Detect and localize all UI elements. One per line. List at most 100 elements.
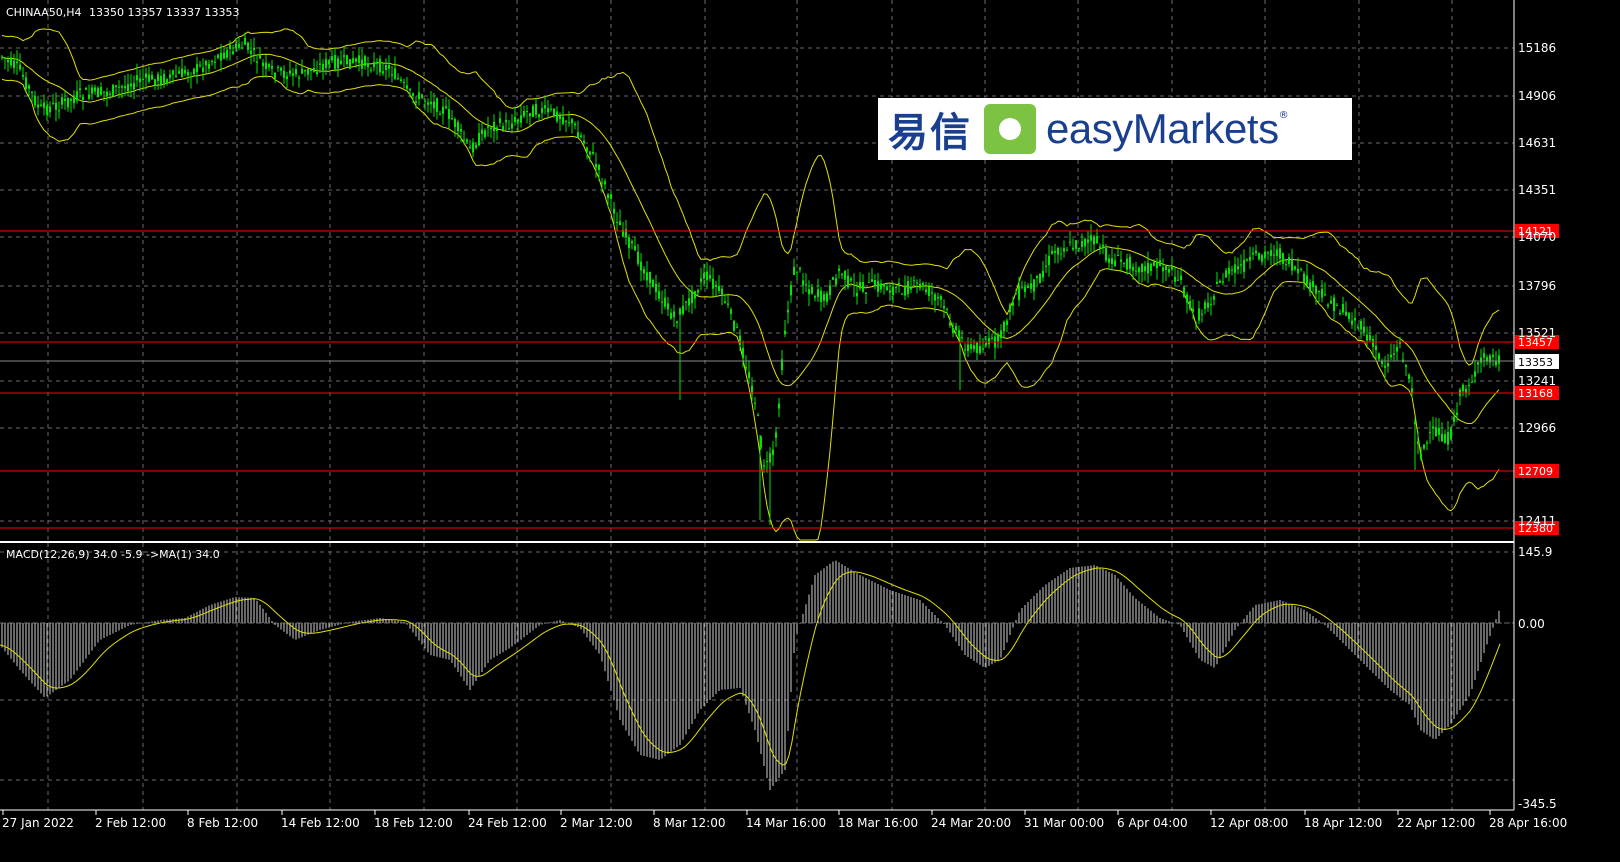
candle-body	[934, 294, 936, 301]
candle-body	[754, 402, 756, 404]
candle-body	[388, 64, 390, 69]
candle-body	[244, 38, 246, 45]
candle-body	[547, 108, 549, 113]
candle-body	[106, 91, 108, 96]
macd-histogram	[1, 560, 1500, 790]
candle-body	[952, 328, 954, 333]
candle-body	[217, 54, 219, 58]
candle-body	[1357, 327, 1359, 329]
candle-body	[973, 345, 975, 350]
candle-body	[931, 292, 933, 294]
candle-body	[979, 345, 981, 354]
candle-body	[709, 274, 711, 279]
candle-body	[406, 85, 408, 89]
candle-body	[748, 372, 750, 379]
candle-body	[289, 70, 291, 74]
candle-body	[259, 54, 261, 59]
candle-body	[58, 110, 60, 112]
candle-body	[1168, 269, 1170, 273]
logo-english-text: easyMarkets	[1046, 105, 1279, 152]
candle-body	[604, 181, 606, 185]
candle-body	[10, 57, 12, 66]
candle-body	[799, 267, 801, 270]
candle-body	[1096, 236, 1098, 244]
candle-body	[343, 55, 345, 57]
candle-body	[319, 63, 321, 65]
price-tick: 14906	[1518, 89, 1556, 103]
candle-body	[439, 114, 441, 116]
candle-body	[868, 281, 870, 283]
candle-body	[1360, 321, 1362, 330]
candle-body	[1441, 433, 1443, 442]
candle-body	[328, 60, 330, 65]
candle-body	[1324, 294, 1326, 296]
candle-body	[118, 86, 120, 88]
candle-body	[634, 245, 636, 251]
candle-body	[802, 280, 804, 286]
candle-body	[1066, 250, 1068, 252]
candle-body	[199, 64, 201, 66]
candle-body	[871, 279, 873, 282]
candle-body	[1348, 312, 1350, 320]
price-tick: 14070	[1518, 230, 1556, 244]
candle-body	[1207, 302, 1209, 308]
candle-body	[226, 50, 228, 58]
candle-body	[256, 61, 258, 63]
candle-body	[997, 334, 999, 342]
candle-body	[277, 66, 279, 68]
candle-body	[838, 268, 840, 271]
symbol-label: CHINAA50,H4	[6, 6, 82, 19]
candle-body	[826, 293, 828, 302]
candle-body	[163, 73, 165, 84]
candle-body	[412, 93, 414, 96]
candle-body	[742, 347, 744, 359]
candle-body	[28, 85, 30, 89]
candle-body	[577, 132, 579, 138]
candle-body	[1405, 365, 1407, 368]
candle-body	[1213, 296, 1215, 300]
candle-body	[1456, 412, 1458, 415]
candle-body	[262, 62, 264, 67]
candle-body	[988, 337, 990, 345]
candle-body	[1378, 353, 1380, 360]
macd-tick-top: 145.9	[1518, 545, 1552, 559]
time-tick-label: 14 Mar 16:00	[746, 816, 826, 830]
candle-body	[1189, 300, 1191, 309]
candle-body	[1177, 279, 1179, 281]
macd-signal-path	[0, 567, 1501, 766]
candle-body	[946, 308, 948, 310]
candle-body	[937, 296, 939, 299]
candle-body	[352, 58, 354, 63]
candle-body	[1312, 281, 1314, 288]
candle-body	[499, 118, 501, 123]
price-levels[interactable]: 1412113457131681270912380	[0, 224, 1559, 535]
candle-body	[460, 128, 462, 132]
candle-body	[280, 67, 282, 71]
time-axis[interactable]: 27 Jan 2022 2 Feb 12:00 8 Feb 12:00 14 Feb …	[2, 810, 1567, 830]
candle-body	[7, 59, 9, 63]
candle-body	[511, 123, 513, 129]
time-tick-label: 24 Mar 20:00	[931, 816, 1011, 830]
price-axis[interactable]: 15186 14906 14631 14351 14070 13796 13521 13241…	[1518, 41, 1556, 528]
candle-body	[1024, 286, 1026, 292]
candle-body	[400, 79, 402, 81]
candle-body	[1366, 334, 1368, 341]
candle-body	[1144, 266, 1146, 272]
candle-body	[616, 221, 618, 223]
candle-body	[193, 68, 195, 75]
candle-body	[64, 98, 66, 102]
macd-label: MACD(12,26,9) 34.0 -5.9 ->MA(1) 34.0	[6, 548, 220, 561]
candle-body	[787, 309, 789, 313]
candle-body	[292, 73, 294, 76]
candle-body	[298, 77, 300, 79]
candle-body	[1447, 432, 1449, 445]
candle-body	[1267, 252, 1269, 254]
candle-body	[1036, 275, 1038, 279]
candle-body	[139, 78, 141, 83]
candle-body	[1423, 444, 1425, 449]
candle-body	[121, 86, 123, 88]
candle-body	[514, 116, 516, 123]
candle-body	[1114, 260, 1116, 266]
candle-body	[454, 118, 456, 128]
candle-body	[1291, 260, 1293, 271]
